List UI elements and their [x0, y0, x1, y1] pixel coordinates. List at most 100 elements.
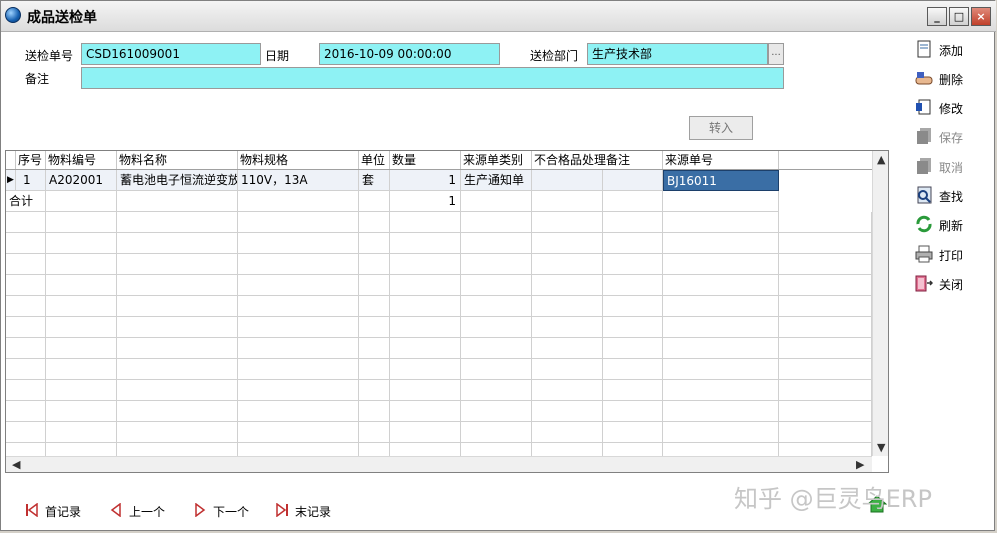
empty-cell [461, 233, 532, 254]
empty-cell [359, 422, 390, 443]
date-field[interactable]: 2016-10-09 00:00:00 [319, 43, 500, 65]
refresh-label: 刷新 [939, 219, 964, 233]
next-record-button[interactable]: 下一个 [193, 501, 257, 521]
table-row[interactable]: ▶ 1 A202001 蓄电池电子恒流逆变放 110V，13A 套 1 生产通知… [6, 170, 872, 191]
doc-no-field[interactable]: CSD161009001 [81, 43, 261, 65]
prev-record-icon [110, 503, 121, 517]
empty-cell [532, 380, 603, 401]
cell-source-type[interactable]: 生产通知单 [461, 170, 532, 191]
empty-table-row [6, 422, 872, 443]
empty-cell [359, 317, 390, 338]
empty-cell [46, 422, 117, 443]
empty-cell [238, 212, 359, 233]
empty-cell [663, 275, 779, 296]
empty-cell [6, 233, 46, 254]
last-record-label: 末记录 [295, 505, 332, 519]
print-label: 打印 [939, 249, 964, 263]
note-field[interactable] [81, 67, 784, 89]
empty-cell [663, 212, 779, 233]
cell-item-spec[interactable]: 110V，13A [238, 170, 359, 191]
cell-qty[interactable]: 1 [390, 170, 461, 191]
cell-remark-extra[interactable] [603, 170, 663, 191]
scroll-left-icon[interactable]: ◀ [12, 458, 20, 471]
empty-cell [779, 212, 872, 233]
empty-cell [532, 212, 603, 233]
delete-button[interactable]: 删除 [913, 67, 993, 91]
empty-cell [603, 296, 663, 317]
col-header[interactable]: 物料名称 [117, 151, 238, 169]
dept-lookup-button[interactable]: ... [768, 43, 784, 65]
cell-remark[interactable] [532, 170, 603, 191]
col-header[interactable]: 不合格品处理备注 [532, 151, 663, 169]
empty-table-row [6, 212, 872, 233]
cancel-icon [917, 158, 931, 174]
empty-cell [238, 191, 359, 212]
empty-cell [532, 254, 603, 275]
empty-cell [663, 422, 779, 443]
find-button[interactable]: 查找 [913, 184, 993, 208]
cell-seq[interactable]: 1 [16, 170, 46, 191]
first-record-button[interactable]: 首记录 [25, 501, 89, 521]
empty-cell [663, 296, 779, 317]
empty-cell [461, 212, 532, 233]
empty-cell [663, 380, 779, 401]
horizontal-scrollbar[interactable]: ◀ ▶ [6, 456, 872, 472]
row-indicator-header [6, 151, 16, 169]
col-header[interactable]: 来源单类别 [461, 151, 532, 169]
empty-cell [663, 317, 779, 338]
note-label: 备注 [25, 72, 50, 86]
cell-item-name[interactable]: 蓄电池电子恒流逆变放 [117, 170, 238, 191]
col-header[interactable]: 序号 [16, 151, 46, 169]
refresh-button[interactable]: 刷新 [913, 213, 993, 237]
convert-button[interactable]: 转入 [689, 116, 753, 140]
last-record-button[interactable]: 末记录 [275, 501, 339, 521]
empty-table-row [6, 317, 872, 338]
maximize-button[interactable]: □ [949, 7, 969, 26]
empty-cell [238, 380, 359, 401]
close-window-button[interactable]: × [971, 7, 991, 26]
scroll-right-icon[interactable]: ▶ [856, 458, 864, 471]
prev-record-button[interactable]: 上一个 [109, 501, 173, 521]
dept-field[interactable]: 生产技术部 [587, 43, 768, 65]
detail-grid[interactable]: 序号 物料编号 物料名称 物料规格 单位 数量 来源单类别 不合格品处理备注 来… [5, 150, 889, 473]
empty-cell [46, 212, 117, 233]
empty-cell [603, 317, 663, 338]
empty-cell [461, 422, 532, 443]
vertical-scrollbar[interactable]: ▲ ▼ [872, 151, 888, 456]
empty-cell [6, 212, 46, 233]
save-button[interactable]: 保存 [913, 125, 993, 149]
empty-cell [390, 401, 461, 422]
col-header[interactable]: 来源单号 [663, 151, 779, 169]
col-header[interactable]: 物料规格 [238, 151, 359, 169]
cell-unit[interactable]: 套 [359, 170, 390, 191]
empty-cell [461, 275, 532, 296]
empty-cell [779, 233, 872, 254]
empty-cell [359, 212, 390, 233]
empty-cell [390, 422, 461, 443]
cancel-button[interactable]: 取消 [913, 155, 993, 179]
add-button[interactable]: 添加 [913, 38, 993, 62]
minimize-button[interactable]: _ [927, 7, 947, 26]
empty-cell [663, 338, 779, 359]
dept-label: 送检部门 [530, 49, 579, 63]
scroll-up-icon[interactable]: ▲ [877, 153, 885, 166]
col-header[interactable]: 单位 [359, 151, 390, 169]
empty-cell [238, 296, 359, 317]
col-header[interactable]: 物料编号 [46, 151, 117, 169]
empty-table-row [6, 359, 872, 380]
edit-button[interactable]: 修改 [913, 96, 993, 120]
cell-source-no[interactable]: BJ16011 [663, 170, 779, 191]
empty-cell [117, 233, 238, 254]
main-window: 成品送检单 _ □ × 送检单号 CSD161009001 日期 2016-10… [0, 0, 996, 531]
first-record-label: 首记录 [45, 505, 82, 519]
cell-item-code[interactable]: A202001 [46, 170, 117, 191]
empty-cell [6, 254, 46, 275]
window-title: 成品送检单 [27, 10, 97, 26]
close-button[interactable]: 关闭 [913, 272, 993, 296]
find-label: 查找 [939, 190, 964, 204]
title-bar[interactable]: 成品送检单 _ □ × [1, 1, 996, 32]
empty-table-row [6, 380, 872, 401]
print-button[interactable]: 打印 [913, 243, 993, 267]
col-header[interactable]: 数量 [390, 151, 461, 169]
scroll-down-icon[interactable]: ▼ [877, 441, 885, 454]
